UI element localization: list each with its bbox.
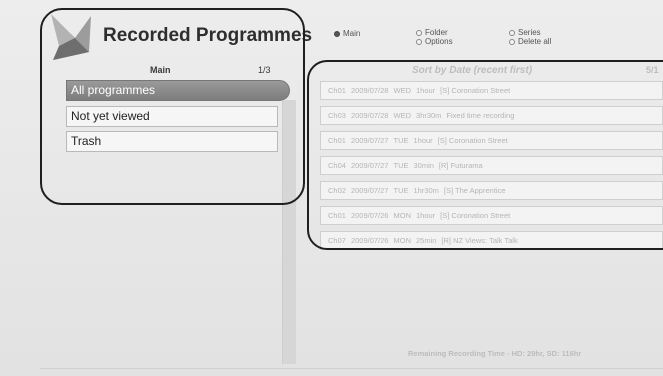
option-folder-label: Folder <box>425 28 448 37</box>
radio-selected-icon <box>334 30 340 37</box>
option-folder[interactable]: Folder <box>416 28 448 37</box>
radio-icon <box>509 29 515 36</box>
radio-icon <box>416 29 422 36</box>
option-delete-all[interactable]: Delete all <box>509 37 551 46</box>
remaining-recording-time: Remaining Recording Time - HD: 29hr, SD:… <box>408 349 582 358</box>
option-main-label: Main <box>343 29 361 38</box>
radio-icon <box>509 38 515 45</box>
option-series-label: Series <box>518 28 541 37</box>
option-series[interactable]: Series <box>509 28 541 37</box>
radio-icon <box>416 38 422 45</box>
highlight-outline-left <box>40 8 305 205</box>
option-delete-all-label: Delete all <box>518 37 552 46</box>
recorded-programmes-screen: Recorded Programmes Main Folder Series O… <box>0 0 663 376</box>
option-main[interactable]: Main <box>334 29 360 38</box>
divider <box>40 368 663 369</box>
highlight-outline-right <box>307 60 663 250</box>
option-options[interactable]: Options <box>416 37 453 46</box>
option-options-label: Options <box>425 37 453 46</box>
